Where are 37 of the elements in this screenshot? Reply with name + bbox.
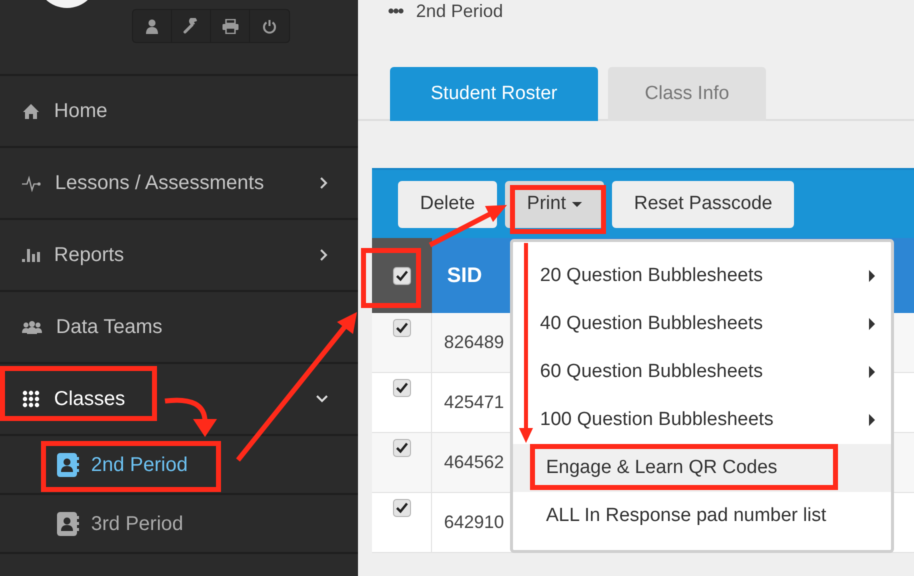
- bar-chart-icon: [22, 247, 40, 263]
- checkbox[interactable]: [393, 266, 411, 284]
- page-title: 2nd Period: [416, 2, 504, 20]
- table-cell-text: 642910: [444, 511, 504, 534]
- contact-book-icon: [57, 512, 79, 536]
- caret-right-icon: [869, 414, 875, 426]
- caret-right-icon: [869, 270, 875, 282]
- grid-icon: [22, 390, 40, 408]
- checkbox[interactable]: [392, 319, 410, 337]
- checkbox[interactable]: [392, 379, 410, 397]
- toolbar-button[interactable]: Reset Passcode: [612, 180, 794, 228]
- power-icon: [262, 18, 277, 34]
- caret-right-icon: [869, 366, 875, 378]
- contact-book-icon: [57, 452, 79, 476]
- chevron-right-icon: [320, 177, 328, 189]
- sidebar-item[interactable]: Reports: [0, 220, 358, 292]
- home-icon: [22, 102, 40, 120]
- wrench-icon: [183, 18, 199, 34]
- chevron-right-icon: [320, 249, 328, 261]
- user-icon: [145, 18, 159, 34]
- table-cell-text: 464562: [444, 451, 504, 474]
- pulse-icon: [22, 174, 41, 192]
- highlight-box: [361, 248, 421, 308]
- annotation-arrow: [164, 398, 217, 437]
- sidebar-item[interactable]: Home: [0, 76, 358, 148]
- caret-icon: [572, 202, 582, 206]
- checkbox[interactable]: [392, 439, 410, 457]
- chevron-down-icon: [316, 395, 328, 403]
- caret-right-icon: [869, 318, 875, 330]
- toolbar-button[interactable]: Delete: [398, 180, 497, 228]
- users-icon: [22, 320, 42, 334]
- sidebar-item[interactable]: Lessons / Assessments: [0, 148, 358, 220]
- table-cell-text: 826489: [444, 331, 504, 354]
- checkbox[interactable]: [392, 499, 410, 517]
- grid-icon: [388, 8, 404, 14]
- table-cell-text: 425471: [444, 391, 504, 414]
- printer-icon: [222, 18, 238, 34]
